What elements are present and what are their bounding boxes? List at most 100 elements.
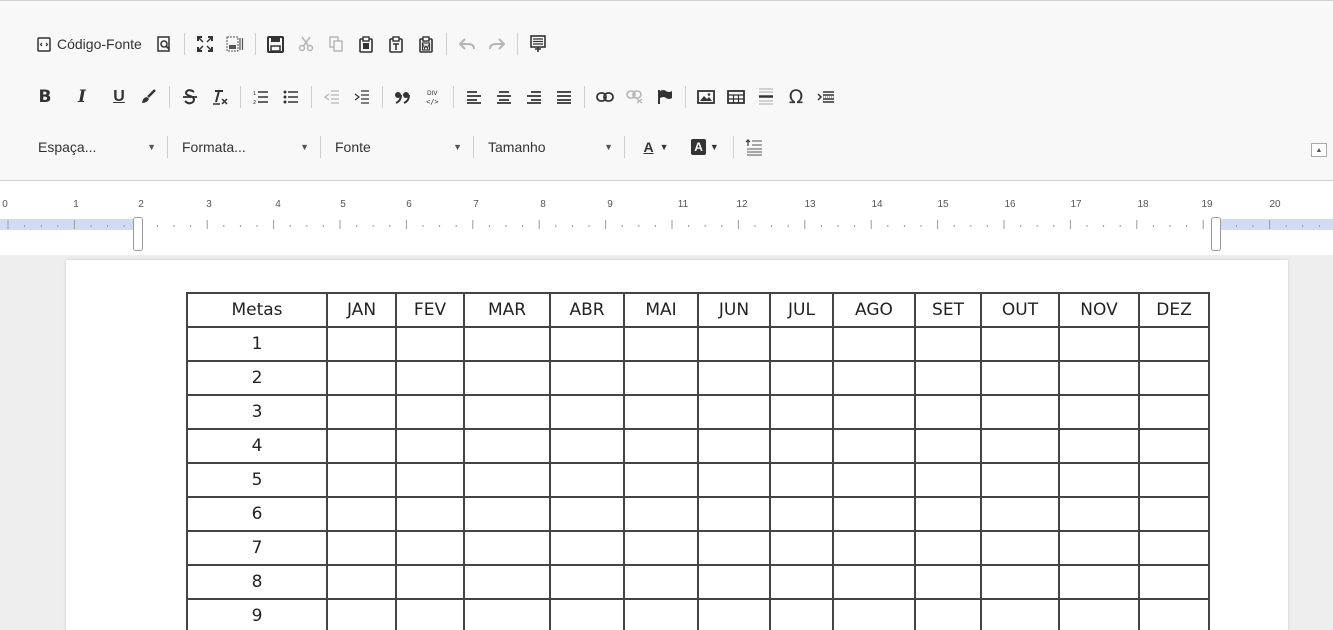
horizontal-rule-button[interactable] xyxy=(754,84,778,110)
preview-button[interactable] xyxy=(152,31,176,57)
table-cell[interactable] xyxy=(1058,326,1140,362)
table-cell[interactable] xyxy=(980,326,1060,362)
table-cell[interactable] xyxy=(395,530,465,566)
table-cell[interactable] xyxy=(395,394,465,430)
align-left-button[interactable] xyxy=(462,84,486,110)
table-cell[interactable] xyxy=(769,326,834,362)
table-cell[interactable] xyxy=(463,598,551,630)
redo-button[interactable] xyxy=(485,31,509,57)
table-cell[interactable] xyxy=(914,326,982,362)
table-cell[interactable] xyxy=(395,564,465,600)
table-cell[interactable] xyxy=(623,598,699,630)
document-page[interactable]: Metas JAN FEV MAR ABR MAI JUN JUL AGO SET OUT NOV DE… xyxy=(66,260,1288,630)
show-blocks-button[interactable] xyxy=(223,31,247,57)
source-code-button[interactable]: Código-Fonte xyxy=(33,31,146,57)
undo-button[interactable] xyxy=(455,31,479,57)
goal-number-cell[interactable]: 9 xyxy=(186,598,328,630)
table-cell[interactable] xyxy=(463,360,551,396)
table-cell[interactable] xyxy=(1058,530,1140,566)
table-cell[interactable] xyxy=(1138,394,1210,430)
table-cell[interactable] xyxy=(914,564,982,600)
table-cell[interactable] xyxy=(549,496,625,532)
table-cell[interactable] xyxy=(1058,564,1140,600)
cut-button[interactable] xyxy=(294,31,318,57)
table-header-cell[interactable]: OUT xyxy=(980,292,1060,328)
table-cell[interactable] xyxy=(914,428,982,464)
goal-number-cell[interactable]: 1 xyxy=(186,326,328,362)
table-cell[interactable] xyxy=(463,428,551,464)
create-div-button[interactable]: DIV </> xyxy=(421,84,445,110)
table-cell[interactable] xyxy=(980,564,1060,600)
underline-button[interactable]: U xyxy=(107,84,131,110)
table-cell[interactable] xyxy=(326,394,397,430)
spacing-combo[interactable]: Espaça... ▼ xyxy=(30,134,162,160)
table-cell[interactable] xyxy=(832,326,916,362)
table-header-cell[interactable]: JUL xyxy=(769,292,834,328)
goal-number-cell[interactable]: 5 xyxy=(186,462,328,498)
table-cell[interactable] xyxy=(395,462,465,498)
table-cell[interactable] xyxy=(326,496,397,532)
table-cell[interactable] xyxy=(980,360,1060,396)
goal-number-cell[interactable]: 3 xyxy=(186,394,328,430)
table-cell[interactable] xyxy=(623,564,699,600)
table-cell[interactable] xyxy=(395,598,465,630)
table-cell[interactable] xyxy=(914,598,982,630)
template-button[interactable] xyxy=(526,31,550,57)
format-painter-button[interactable] xyxy=(137,84,161,110)
table-cell[interactable] xyxy=(463,496,551,532)
table-cell[interactable] xyxy=(549,530,625,566)
remove-format-button[interactable] xyxy=(208,84,232,110)
right-indent-handle[interactable] xyxy=(1211,217,1221,251)
table-header-cell[interactable]: Metas xyxy=(186,292,328,328)
table-cell[interactable] xyxy=(463,394,551,430)
table-cell[interactable] xyxy=(769,360,834,396)
table-cell[interactable] xyxy=(1138,530,1210,566)
table-cell[interactable] xyxy=(1058,462,1140,498)
table-cell[interactable] xyxy=(395,428,465,464)
table-cell[interactable] xyxy=(1138,462,1210,498)
special-char-button[interactable]: Ω xyxy=(784,84,808,110)
table-cell[interactable] xyxy=(769,564,834,600)
save-button[interactable] xyxy=(264,31,288,57)
table-cell[interactable] xyxy=(832,394,916,430)
table-cell[interactable] xyxy=(980,598,1060,630)
table-cell[interactable] xyxy=(1138,360,1210,396)
table-header-cell[interactable]: MAI xyxy=(623,292,699,328)
table-cell[interactable] xyxy=(549,394,625,430)
table-cell[interactable] xyxy=(623,428,699,464)
table-header-cell[interactable]: AGO xyxy=(832,292,916,328)
table-cell[interactable] xyxy=(1138,326,1210,362)
table-cell[interactable] xyxy=(326,326,397,362)
italic-button[interactable]: I xyxy=(70,84,94,110)
table-cell[interactable] xyxy=(697,462,771,498)
anchor-button[interactable] xyxy=(653,84,677,110)
table-cell[interactable] xyxy=(697,428,771,464)
table-cell[interactable] xyxy=(980,428,1060,464)
table-cell[interactable] xyxy=(697,530,771,566)
goal-number-cell[interactable]: 4 xyxy=(186,428,328,464)
table-header-cell[interactable]: JAN xyxy=(326,292,397,328)
table-cell[interactable] xyxy=(914,360,982,396)
table-cell[interactable] xyxy=(980,394,1060,430)
numbered-list-button[interactable]: 12 xyxy=(249,84,273,110)
table-cell[interactable] xyxy=(549,598,625,630)
table-cell[interactable] xyxy=(463,326,551,362)
image-button[interactable] xyxy=(694,84,718,110)
paste-button[interactable] xyxy=(354,31,378,57)
table-cell[interactable] xyxy=(697,326,771,362)
table-cell[interactable] xyxy=(832,598,916,630)
page-break-button[interactable] xyxy=(814,84,838,110)
table-cell[interactable] xyxy=(832,530,916,566)
goal-number-cell[interactable]: 2 xyxy=(186,360,328,396)
paste-text-button[interactable] xyxy=(384,31,408,57)
goals-table[interactable]: Metas JAN FEV MAR ABR MAI JUN JUL AGO SET OUT NOV DE… xyxy=(186,292,1210,630)
table-cell[interactable] xyxy=(914,496,982,532)
table-cell[interactable] xyxy=(980,496,1060,532)
table-cell[interactable] xyxy=(697,564,771,600)
table-cell[interactable] xyxy=(1138,598,1210,630)
table-header-cell[interactable]: SET xyxy=(914,292,982,328)
table-cell[interactable] xyxy=(623,394,699,430)
table-cell[interactable] xyxy=(549,564,625,600)
outdent-button[interactable] xyxy=(320,84,344,110)
table-cell[interactable] xyxy=(549,462,625,498)
